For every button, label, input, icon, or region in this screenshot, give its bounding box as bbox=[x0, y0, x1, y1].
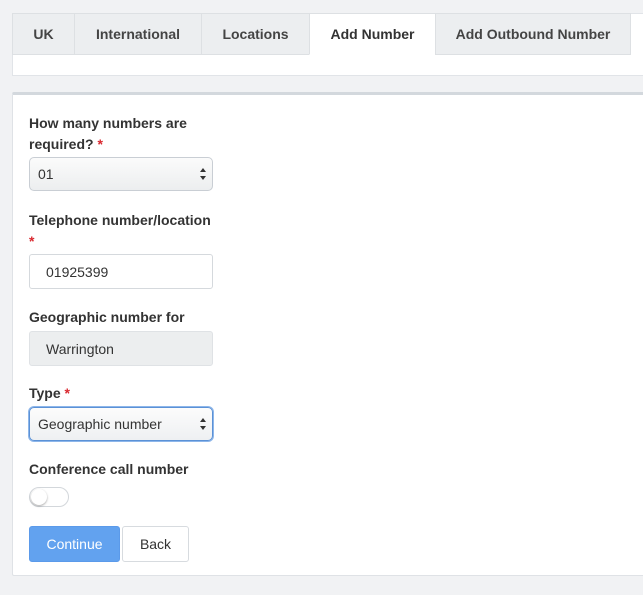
back-label: Back bbox=[139, 536, 172, 552]
geographic-label: Geographic number for bbox=[29, 307, 185, 328]
type-label: Type * bbox=[29, 383, 70, 404]
telephone-label: Telephone number/location * bbox=[29, 210, 211, 252]
geographic-label-text: Geographic number for bbox=[29, 309, 185, 325]
back-button[interactable]: Back bbox=[122, 526, 189, 562]
type-label-text: Type bbox=[29, 385, 61, 401]
tab-label: Add Outbound Number bbox=[455, 26, 611, 42]
required-mark: * bbox=[64, 385, 70, 401]
required-mark: * bbox=[29, 233, 35, 249]
conference-label: Conference call number bbox=[29, 459, 189, 480]
add-number-form: How many numbers are required? * 01 Tele… bbox=[12, 92, 643, 576]
tab-label: Locations bbox=[222, 26, 289, 42]
telephone-input[interactable]: 01925399 bbox=[29, 254, 213, 289]
tab-locations[interactable]: Locations bbox=[201, 13, 309, 55]
continue-button[interactable]: Continue bbox=[29, 526, 120, 562]
required-mark: * bbox=[97, 136, 103, 152]
conference-label-text: Conference call number bbox=[29, 461, 189, 477]
tab-add-outbound-number[interactable]: Add Outbound Number bbox=[435, 13, 631, 55]
tab-label: Add Number bbox=[330, 26, 415, 42]
select-arrows-icon bbox=[200, 168, 206, 180]
tab-label: International bbox=[95, 26, 180, 42]
tab-international[interactable]: International bbox=[74, 13, 201, 55]
tab-bar: UK International Locations Add Number Ad… bbox=[12, 13, 631, 55]
continue-label: Continue bbox=[46, 536, 103, 552]
geographic-value: Warrington bbox=[46, 340, 114, 357]
conference-toggle[interactable] bbox=[29, 487, 69, 507]
quantity-label-line2: required? bbox=[29, 136, 94, 152]
tab-label: UK bbox=[33, 26, 54, 42]
quantity-label: How many numbers are required? * bbox=[29, 113, 187, 155]
tab-uk[interactable]: UK bbox=[12, 13, 74, 55]
telephone-value: 01925399 bbox=[46, 263, 109, 280]
geographic-input: Warrington bbox=[29, 331, 213, 366]
type-select[interactable]: Geographic number bbox=[29, 407, 213, 441]
quantity-select[interactable]: 01 bbox=[29, 157, 213, 191]
quantity-value: 01 bbox=[38, 166, 54, 182]
toggle-knob bbox=[31, 489, 47, 505]
telephone-label-text: Telephone number/location bbox=[29, 212, 211, 228]
tab-add-number[interactable]: Add Number bbox=[309, 13, 435, 55]
select-arrows-icon bbox=[200, 418, 206, 430]
type-value: Geographic number bbox=[38, 416, 162, 432]
quantity-label-line1: How many numbers are bbox=[29, 115, 187, 131]
